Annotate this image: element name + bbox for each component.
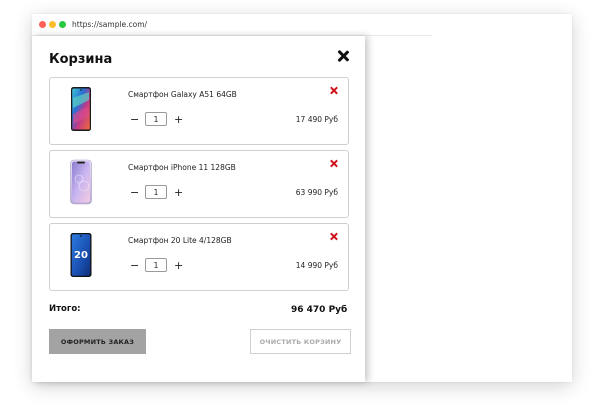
decrease-quantity-button[interactable]: −	[130, 114, 139, 126]
product-name: Смартфон iPhone 11 128GB	[128, 163, 236, 172]
cart-item: 20 Смартфон 20 Lite 4/128GB − + 14 990 Р…	[49, 223, 349, 291]
product-price: 17 490 Руб	[295, 115, 338, 124]
cart-panel: Корзина Смартфон Galaxy A51 64GB − 1 + 1…	[32, 36, 365, 382]
decrease-quantity-button[interactable]: −	[130, 260, 139, 272]
increase-quantity-button[interactable]: +	[174, 114, 183, 126]
cart-title: Корзина	[49, 52, 113, 67]
browser-titlebar: https://sample.com/	[32, 14, 572, 36]
remove-item-icon[interactable]	[329, 86, 339, 96]
decrease-quantity-button[interactable]: −	[130, 187, 139, 199]
address-bar-url[interactable]: https://sample.com/	[72, 20, 147, 29]
clear-cart-button[interactable]: ОЧИСТИТЬ КОРЗИНУ	[250, 329, 351, 354]
quantity-input[interactable]	[145, 258, 167, 272]
cart-item: Смартфон iPhone 11 128GB − + 63 990 Руб	[49, 150, 349, 218]
phone-honor-icon: 20	[70, 233, 92, 277]
window-minimize-dot[interactable]	[49, 21, 56, 28]
window-close-dot[interactable]	[39, 21, 46, 28]
increase-quantity-button[interactable]: +	[174, 260, 183, 272]
quantity-input[interactable]	[145, 112, 167, 126]
browser-window: https://sample.com/ Корзина Смартфон Gal…	[32, 14, 572, 382]
cart-item: Смартфон Galaxy A51 64GB − + 17 490 Руб	[49, 77, 349, 145]
remove-item-icon[interactable]	[329, 159, 339, 169]
product-name: Смартфон 20 Lite 4/128GB	[128, 236, 232, 245]
product-name: Смартфон Galaxy A51 64GB	[128, 90, 237, 99]
phone-galaxy-icon	[71, 87, 91, 131]
increase-quantity-button[interactable]: +	[174, 187, 183, 199]
phone-screen-number: 20	[74, 250, 88, 261]
remove-item-icon[interactable]	[329, 232, 339, 242]
window-maximize-dot[interactable]	[59, 21, 66, 28]
quantity-input[interactable]	[145, 185, 167, 199]
total-label: Итого:	[49, 304, 81, 314]
product-price: 63 990 Руб	[295, 188, 338, 197]
checkout-button[interactable]: ОФОРМИТЬ ЗАКАЗ	[49, 329, 146, 354]
total-value: 96 470 Руб	[291, 305, 348, 315]
product-price: 14 990 Руб	[295, 261, 338, 270]
phone-iphone-icon	[70, 159, 92, 205]
close-cart-button[interactable]	[335, 48, 351, 64]
